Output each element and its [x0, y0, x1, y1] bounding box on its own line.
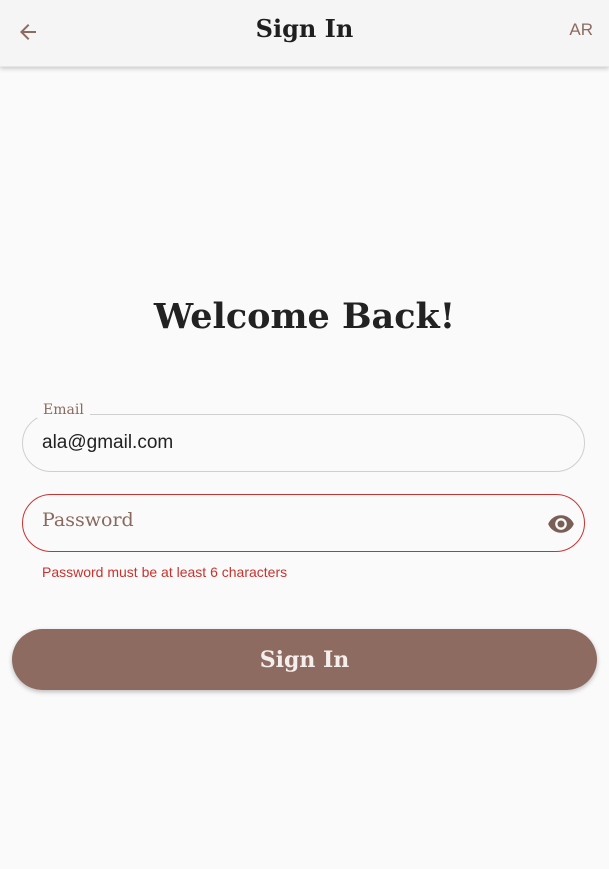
language-toggle-button[interactable]: AR	[569, 20, 593, 40]
eye-icon	[548, 515, 574, 533]
welcome-heading: Welcome Back!	[153, 296, 456, 337]
password-field[interactable]: Password	[22, 494, 585, 552]
password-error-message: Password must be at least 6 characters	[42, 564, 288, 580]
page-title: Sign In	[255, 14, 354, 43]
sign-in-button[interactable]: Sign In	[12, 629, 597, 690]
password-label: Password	[42, 509, 134, 531]
app-bar: Sign In AR	[0, 0, 609, 67]
email-label: Email	[37, 402, 90, 418]
email-input[interactable]: ala@gmail.com	[42, 432, 173, 454]
password-visibility-toggle[interactable]	[546, 509, 576, 539]
sign-in-button-label: Sign In	[259, 646, 350, 673]
email-field[interactable]: Email ala@gmail.com	[22, 402, 585, 472]
